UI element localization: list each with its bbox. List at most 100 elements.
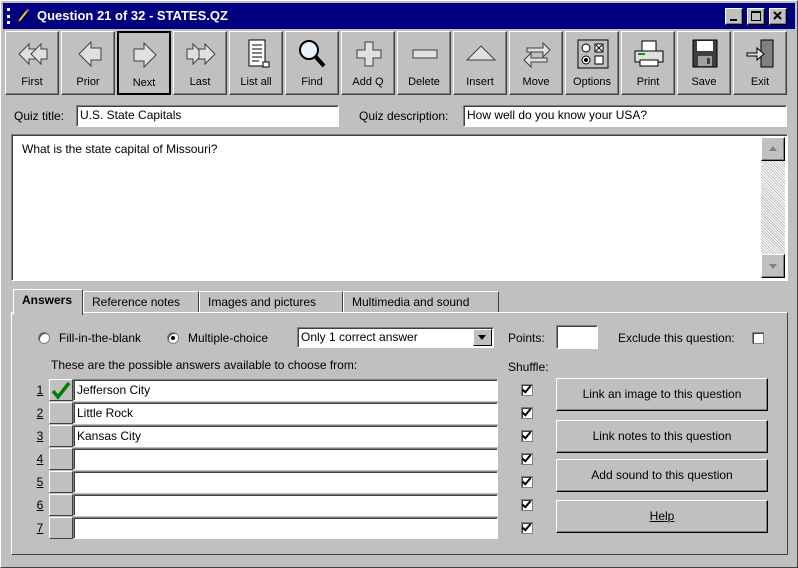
title-bar[interactable]: Question 21 of 32 - STATES.QZ [3,3,795,29]
correct-answer-marker[interactable] [49,425,73,447]
move-label: Move [522,76,550,88]
list-all-label: List all [240,76,272,88]
close-button[interactable] [769,8,787,25]
points-input[interactable] [556,325,598,349]
maximize-icon [751,11,761,21]
quiz-title-input[interactable]: U.S. State Capitals [76,105,339,127]
shuffle-checkbox[interactable] [521,476,533,488]
window-title: Question 21 of 32 - STATES.QZ [37,8,228,23]
move-button[interactable]: Move [509,31,563,95]
exclude-question-label: Exclude this question: [618,331,735,345]
shuffle-checkbox[interactable] [521,522,533,534]
quiz-editor-window: Question 21 of 32 - STATES.QZ First Prio… [0,0,798,568]
shuffle-checkbox[interactable] [521,430,533,442]
answer-number: 4 [36,452,44,466]
next-label: Next [132,77,156,89]
minimize-button[interactable] [725,8,743,25]
exit-button[interactable]: Exit [733,31,787,95]
answer-number: 2 [36,406,44,420]
save-button[interactable]: Save [677,31,731,95]
answer-input[interactable] [73,494,498,516]
answer-number: 1 [36,383,44,397]
possible-answers-label: These are the possible answers available… [51,358,358,372]
answer-number: 6 [36,498,44,512]
printer-icon [634,40,664,67]
answer-input[interactable]: Jefferson City [73,379,498,401]
help-button[interactable]: Help [556,500,768,533]
scroll-up-button[interactable] [761,137,785,161]
points-label: Points: [508,331,545,345]
toolbar: First Prior Next Last List all Find Add … [5,31,793,97]
answer-input[interactable] [73,517,498,539]
link-image-button[interactable]: Link an image to this question [556,378,768,411]
chevron-down-icon [478,335,486,340]
tab-multimedia-and-sound[interactable]: Multimedia and sound [343,291,499,313]
correct-answer-marker[interactable] [49,517,73,539]
answer-input[interactable]: Little Rock [73,402,498,424]
answer-number: 3 [36,429,44,443]
quiz-title-label: Quiz title: [14,109,65,123]
correct-answer-marker[interactable] [49,379,73,401]
exit-label: Exit [750,76,770,88]
maximize-button[interactable] [747,8,765,25]
list-document-icon [248,39,270,68]
dropdown-button[interactable] [473,329,492,346]
correct-answer-marker[interactable] [49,494,73,516]
shuffle-checkbox[interactable] [521,407,533,419]
magnifier-icon [299,40,326,68]
correct-answer-marker[interactable] [49,402,73,424]
left-arrow-icon [78,40,102,68]
insert-button[interactable]: Insert [453,31,507,95]
answer-input[interactable]: Kansas City [73,425,498,447]
print-button[interactable]: Print [621,31,675,95]
last-button[interactable]: Last [173,31,227,95]
exit-door-icon [746,39,774,68]
plus-icon [356,41,382,67]
fill-in-the-blank-radio[interactable] [38,332,50,344]
insert-label: Insert [466,76,494,88]
question-textarea[interactable]: What is the state capital of Missouri? [11,134,788,281]
minimize-icon [730,19,737,21]
add-sound-button[interactable]: Add sound to this question [556,459,768,492]
answer-input[interactable] [73,471,498,493]
question-scrollbar[interactable] [761,137,785,278]
tab-reference-notes[interactable]: Reference notes [83,291,199,313]
answer-number: 5 [36,475,44,489]
prior-button[interactable]: Prior [61,31,115,95]
tab-images-and-pictures[interactable]: Images and pictures [199,291,343,313]
correct-answer-mode-select[interactable]: Only 1 correct answer [297,327,494,348]
correct-answer-marker[interactable] [49,471,73,493]
delete-button[interactable]: Delete [397,31,451,95]
multiple-choice-radio[interactable] [167,332,179,344]
question-text: What is the state capital of Missouri? [22,142,218,156]
shuffle-checkbox[interactable] [521,499,533,511]
scroll-down-button[interactable] [761,254,785,278]
add-q-label: Add Q [352,76,384,88]
answer-input[interactable] [73,448,498,470]
shuffle-checkbox[interactable] [521,453,533,465]
pencil-icon[interactable] [15,7,31,23]
minus-icon [412,49,438,59]
save-label: Save [691,76,717,88]
add-q-button[interactable]: Add Q [341,31,395,95]
shuffle-label: Shuffle: [508,360,549,374]
find-button[interactable]: Find [285,31,339,95]
options-button[interactable]: Options [565,31,619,95]
first-button[interactable]: First [5,31,59,95]
list-all-button[interactable]: List all [229,31,283,95]
exclude-question-checkbox[interactable] [752,332,764,344]
scroll-down-icon [769,264,777,269]
grip-icon [7,8,11,24]
close-icon [773,11,782,20]
shuffle-checkbox[interactable] [521,384,533,396]
floppy-disk-icon [692,39,718,68]
quiz-description-input[interactable]: How well do you know your USA? [463,105,787,127]
print-label: Print [636,76,660,88]
find-label: Find [301,76,323,88]
next-button[interactable]: Next [117,31,171,95]
tab-answers[interactable]: Answers [13,289,83,315]
link-notes-button[interactable]: Link notes to this question [556,420,768,453]
correct-answer-marker[interactable] [49,448,73,470]
options-icon [577,39,609,69]
last-label: Last [189,76,211,88]
